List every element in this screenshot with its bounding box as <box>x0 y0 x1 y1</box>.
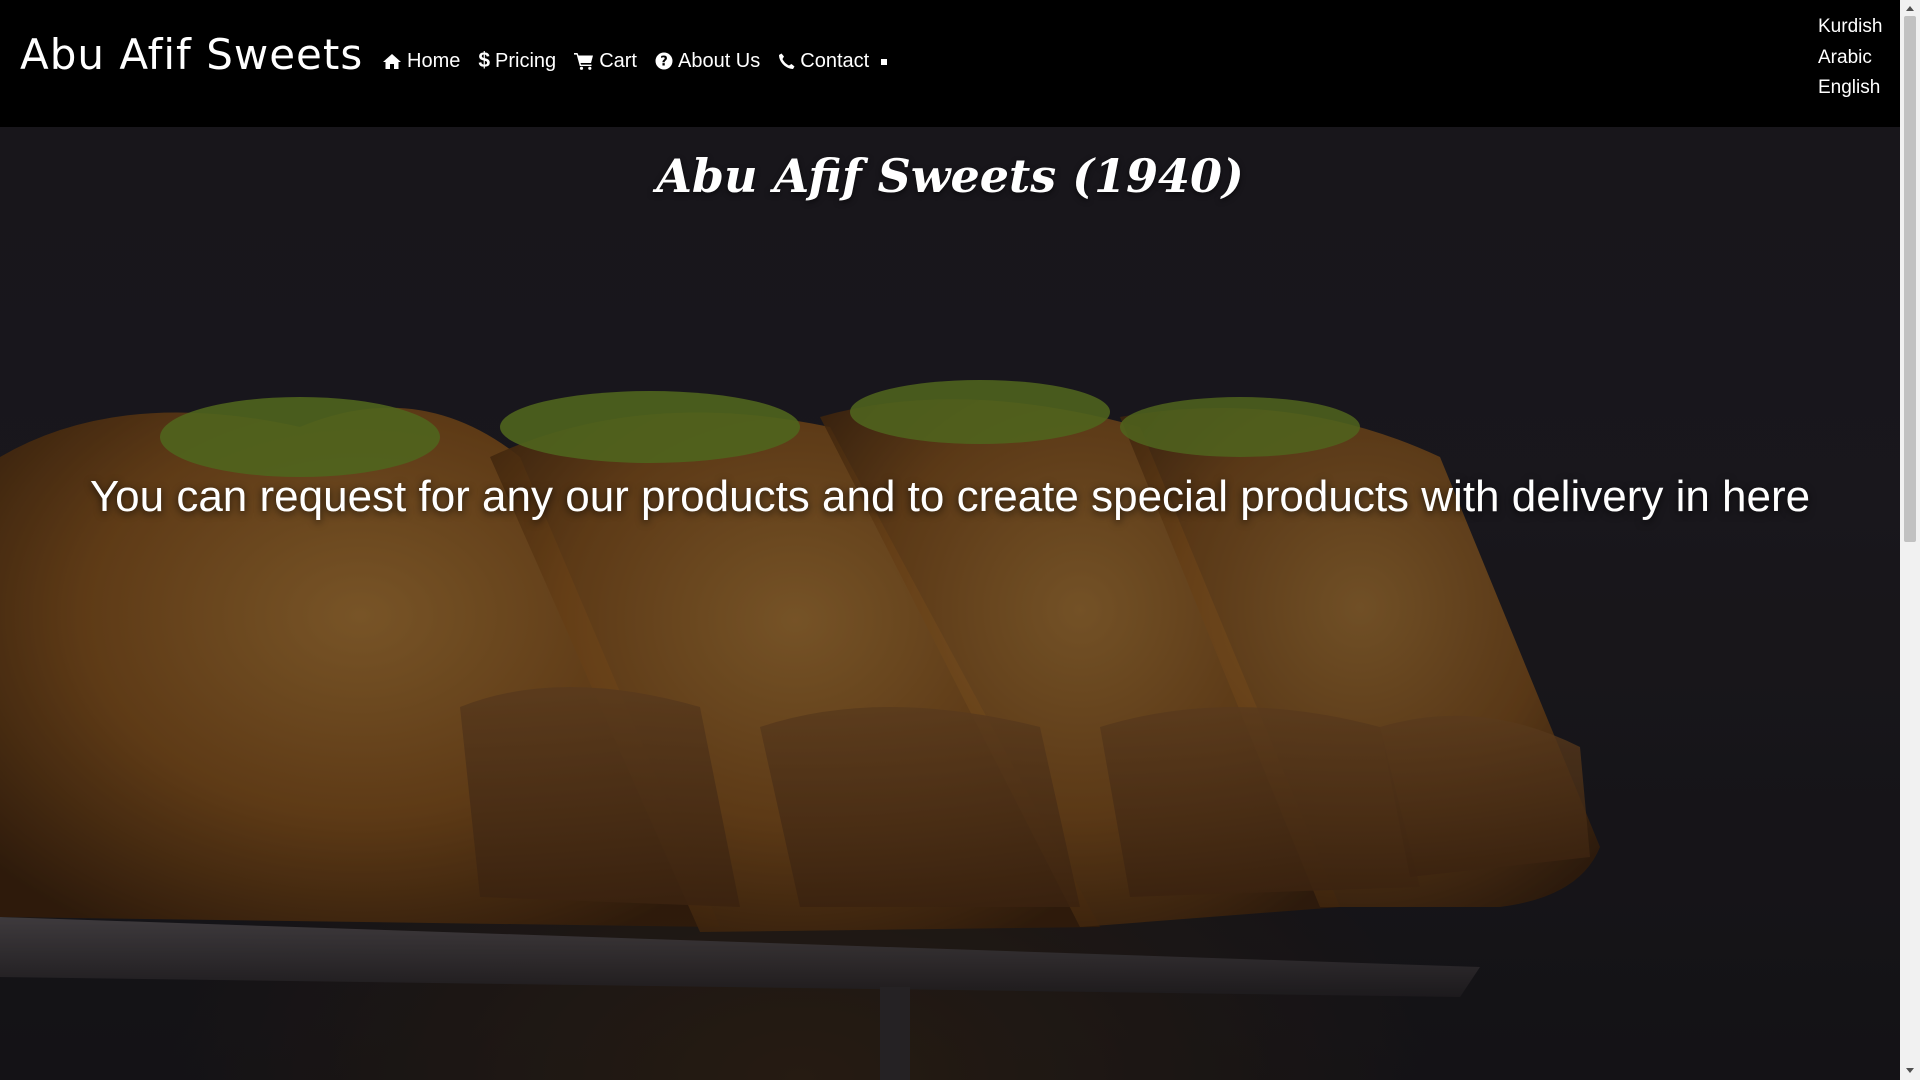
nav-link-contact[interactable]: Contact <box>778 50 869 73</box>
nav-link-label: Pricing <box>495 49 557 72</box>
nav-link-home[interactable]: Home <box>382 50 460 73</box>
nav-link-about-us[interactable]: ? About Us <box>655 50 760 73</box>
nav-link-label: About Us <box>677 49 761 72</box>
navbar: Abu Afif Sweets Home $ Pricing Cart ? Ab… <box>0 0 1900 127</box>
home-icon <box>382 53 402 70</box>
language-switcher: Kurdish Arabic English <box>1818 12 1882 104</box>
nav-link-label: Contact <box>800 49 870 72</box>
cart-icon <box>574 52 594 70</box>
baklava-photo <box>0 127 1900 1080</box>
question-circle-icon: ? <box>655 52 673 70</box>
nav-link-cart[interactable]: Cart <box>574 50 637 73</box>
hero-title: Abu Afif Sweets (1940) <box>656 149 1244 203</box>
dollar-icon: $ <box>478 49 491 72</box>
svg-text:?: ? <box>660 54 668 69</box>
hero-section: Abu Afif Sweets (1940) You can request f… <box>0 127 1900 1080</box>
dropdown-indicator-icon[interactable] <box>881 59 888 65</box>
nav-link-label: Cart <box>599 49 637 72</box>
nav-links: Home $ Pricing Cart ? About Us Contact <box>382 49 888 73</box>
vertical-scrollbar[interactable] <box>1900 0 1920 1080</box>
language-arabic[interactable]: Arabic <box>1818 43 1882 74</box>
nav-link-label: Home <box>407 49 461 72</box>
language-kurdish[interactable]: Kurdish <box>1818 12 1882 43</box>
language-english[interactable]: English <box>1818 73 1882 104</box>
nav-link-pricing[interactable]: $ Pricing <box>478 49 556 73</box>
hero-tagline: You can request for any our products and… <box>89 472 1811 521</box>
brand-logo-link[interactable]: Abu Afif Sweets <box>20 30 363 79</box>
scroll-up-arrow-icon[interactable] <box>1904 2 1916 14</box>
scroll-down-arrow-icon[interactable] <box>1904 1064 1916 1076</box>
phone-icon <box>778 53 795 70</box>
scrollbar-thumb[interactable] <box>1904 16 1916 542</box>
